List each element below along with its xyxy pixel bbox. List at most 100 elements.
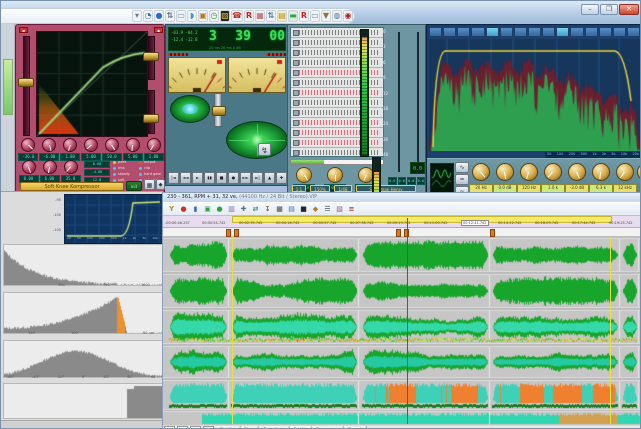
toolbar-icon-record-1[interactable]: R: [244, 10, 254, 22]
eq-knob-4[interactable]: [568, 163, 586, 181]
compressor-knob-r2-0[interactable]: [22, 160, 36, 174]
plugin-slot-3[interactable]: [291, 58, 383, 68]
transport-button-2[interactable]: ►: [192, 172, 203, 184]
compressor-output-slider[interactable]: [148, 90, 155, 134]
plugin-slot-8[interactable]: [291, 108, 383, 118]
track-1-waveform[interactable]: [163, 238, 641, 272]
spectrum-toolbar-button-11[interactable]: [585, 27, 598, 37]
marker-flag-4[interactable]: [490, 229, 495, 237]
arr-toolbar-icon-flag[interactable]: ▮: [190, 204, 201, 214]
compressor-knob-r1-2[interactable]: [63, 138, 77, 152]
toolbar-icon-info[interactable]: ●: [154, 10, 164, 22]
spectrum-toolbar-button-5[interactable]: [500, 27, 513, 37]
ratio-button[interactable]: 1:1: [292, 185, 306, 192]
spectrum-toolbar-button-1[interactable]: [443, 27, 456, 37]
setup-name-label[interactable]: Stakeman Henry: [356, 185, 416, 192]
spectrum-toolbar-button-0[interactable]: [429, 27, 442, 37]
track-3-waveform[interactable]: [163, 310, 641, 344]
fader-track-left[interactable]: [398, 32, 400, 172]
arr-toolbar-icon-photo[interactable]: ▤: [286, 204, 297, 214]
track-6-strip[interactable]: [163, 411, 641, 426]
eq-knob-3[interactable]: [544, 163, 562, 181]
plugin-slot-0[interactable]: [291, 28, 383, 38]
compressor-knob-r1-3[interactable]: [84, 138, 98, 152]
division-button[interactable]: 1/48: [334, 185, 352, 192]
spectrum-display[interactable]: [429, 39, 641, 151]
compressor-init-button[interactable]: init: [126, 181, 142, 191]
arr-toolbar-icon-tool-y[interactable]: Y: [166, 204, 177, 214]
transport-button-7[interactable]: ►|: [252, 172, 263, 184]
toolbar-icon-cd-player[interactable]: ▬: [288, 10, 298, 22]
toolbar-icon-dropdown[interactable]: ▾: [132, 10, 142, 22]
toolbar-icon-levels[interactable]: ⇅: [165, 10, 175, 22]
timeline-ruler[interactable]: -00:00:46.25700:00:54.74200:02:35.74200:…: [163, 216, 641, 228]
tab-nav-button-3[interactable]: ►|: [203, 426, 214, 429]
eq-shape-button-0[interactable]: ∿: [455, 162, 469, 173]
compressor-knob-r1-4[interactable]: [105, 138, 119, 152]
arr-toolbar-icon-lines[interactable]: ≡: [346, 204, 357, 214]
spectrum-toolbar-button-2[interactable]: [457, 27, 470, 37]
arr-toolbar-icon-record-dot[interactable]: ●: [178, 204, 189, 214]
toolbar-icon-beat-grid[interactable]: ▦: [255, 10, 265, 22]
toolbar-icon-hazard[interactable]: ▨: [220, 10, 230, 22]
plugin-chain-list[interactable]: [290, 27, 384, 157]
arr-toolbar-icon-thumbnail[interactable]: ▣: [202, 204, 213, 214]
spectrum-toolbar-button-7[interactable]: [528, 27, 541, 37]
tab-nav-button-0[interactable]: |◄: [164, 426, 175, 429]
compressor-knob-r2-2[interactable]: [64, 160, 78, 174]
marker-strip[interactable]: [163, 228, 641, 237]
transport-button-9[interactable]: ✚: [276, 172, 287, 184]
plugin-slot-7[interactable]: [291, 98, 383, 108]
mixer-knob-0[interactable]: [296, 167, 312, 183]
preset-load-button[interactable]: ▦: [144, 179, 155, 190]
arr-toolbar-icon-block[interactable]: ■: [298, 204, 309, 214]
plugin-slot-10[interactable]: [291, 128, 383, 138]
spectrum-toolbar-button-4[interactable]: [486, 27, 499, 37]
toolbar-icon-stop-record[interactable]: ◉: [343, 10, 353, 22]
fader-track-right[interactable]: [417, 32, 419, 172]
compressor-preset-selector[interactable]: Soft Knee Kompressor: [20, 182, 124, 191]
toolbar-icon-clock[interactable]: ◷: [209, 10, 219, 22]
plugin-slot-1[interactable]: [291, 38, 383, 48]
marker-flag-2[interactable]: [396, 229, 401, 237]
tab-nav-button-2[interactable]: ►: [190, 426, 201, 429]
plugin-slot-6[interactable]: [291, 88, 383, 98]
compressor-knob-r1-0[interactable]: [21, 138, 35, 152]
eq-knob-7[interactable]: [637, 163, 641, 181]
plugin-slot-11[interactable]: [291, 138, 383, 148]
track-4-waveform[interactable]: [163, 346, 641, 378]
track-2-waveform[interactable]: [163, 274, 641, 308]
preset-save-button[interactable]: ◆: [156, 179, 165, 190]
plugin-slot-12[interactable]: [291, 148, 383, 157]
eq-shape-button-1[interactable]: ≈: [455, 174, 469, 185]
arr-toolbar-icon-pattern[interactable]: ▧: [334, 204, 345, 214]
zoom-button[interactable]: 150%: [310, 185, 330, 192]
compressor-knob-r1-5[interactable]: [126, 138, 140, 152]
spectrum-toolbar-button-13[interactable]: [613, 27, 626, 37]
marker-flag-1[interactable]: [234, 229, 239, 237]
spectrum-toolbar-button-10[interactable]: [570, 27, 583, 37]
eq-knob-0[interactable]: [472, 163, 490, 181]
toolbar-icon-faders[interactable]: ⇅: [266, 10, 276, 22]
mixer-knob-1[interactable]: [327, 167, 343, 183]
track-5-spectral[interactable]: [163, 380, 641, 410]
transport-button-8[interactable]: ▲: [264, 172, 275, 184]
arr-toolbar-icon-grid[interactable]: ▦: [274, 204, 285, 214]
compressor-close-icon[interactable]: ▪: [19, 27, 28, 33]
compressor-transfer-curve-display[interactable]: [36, 31, 148, 137]
toolbar-icon-media[interactable]: ▣: [198, 10, 208, 22]
balance-slider[interactable]: [214, 93, 222, 127]
toolbar-icon-phone[interactable]: ☎: [231, 10, 243, 22]
track-area[interactable]: [163, 237, 641, 424]
spectrum-toolbar-button-6[interactable]: [514, 27, 527, 37]
transport-button-0[interactable]: |◄: [168, 172, 179, 184]
eq-knob-2[interactable]: [520, 163, 538, 181]
toolbar-icon-notes[interactable]: ▤: [277, 10, 287, 22]
close-button[interactable]: ✕: [619, 4, 639, 15]
plugin-slot-9[interactable]: [291, 118, 383, 128]
eq-knob-6[interactable]: [616, 163, 634, 181]
eq-knob-5[interactable]: [592, 163, 610, 181]
spectrum-toolbar-button-9[interactable]: [556, 27, 569, 37]
arr-toolbar-icon-swap[interactable]: ⇄: [250, 204, 261, 214]
maximize-button[interactable]: ❐: [600, 4, 618, 15]
